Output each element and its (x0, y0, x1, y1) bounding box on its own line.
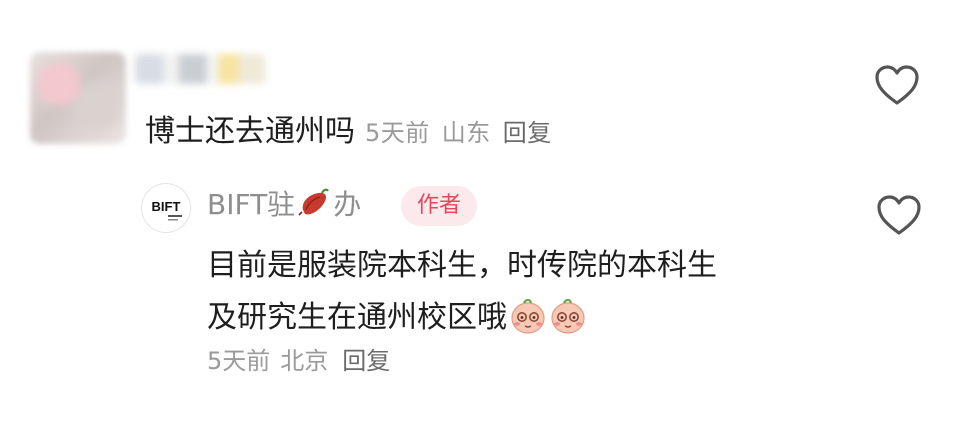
heart-outline-icon[interactable] (874, 64, 920, 106)
reply-location: 北京 (280, 347, 329, 375)
reply-time: 5天前 (207, 347, 271, 375)
comment-reply-button[interactable]: 回复 (503, 119, 552, 147)
peach-face-emoji (511, 298, 545, 334)
commenter-name-blurred[interactable] (135, 54, 265, 84)
comment-location: 山东 (441, 119, 491, 147)
reply-reply-button[interactable]: 回复 (342, 347, 390, 375)
author-badge: 作者 (401, 186, 478, 226)
reply-author-name-prefix: BIFT驻 (207, 188, 296, 221)
reply-text-line-2-wrap: 及研究生在通州校区哦 (207, 292, 847, 344)
avatar-logo-text: BIFT (152, 199, 181, 214)
reply-author-avatar[interactable]: BIFT (141, 183, 191, 233)
reply-meta: 5天前 北京 回复 (207, 344, 390, 378)
reply-author-name-suffix: 办 (333, 188, 362, 221)
commenter-avatar[interactable] (30, 52, 126, 144)
comment-time: 5天前 (365, 119, 430, 147)
peach-face-emoji (551, 298, 585, 334)
reply-text-line-2: 及研究生在通州校区哦 (207, 300, 507, 335)
reply-text-line-1: 目前是服装院本科生，时传院的本科生 (207, 248, 717, 283)
comment-text: 博士还去通州吗 (145, 114, 355, 149)
reply-text: 目前是服装院本科生，时传院的本科生 及研究生在通州校区哦 (207, 240, 847, 344)
sweet-potato-icon (298, 188, 330, 216)
heart-outline-icon[interactable] (876, 194, 922, 236)
comment: 博士还去通州吗 5天前 山东 回复 (145, 112, 552, 153)
comment-meta: 5天前 山东 回复 (365, 119, 552, 147)
reply-author-name[interactable]: BIFT驻 办 (207, 186, 361, 223)
